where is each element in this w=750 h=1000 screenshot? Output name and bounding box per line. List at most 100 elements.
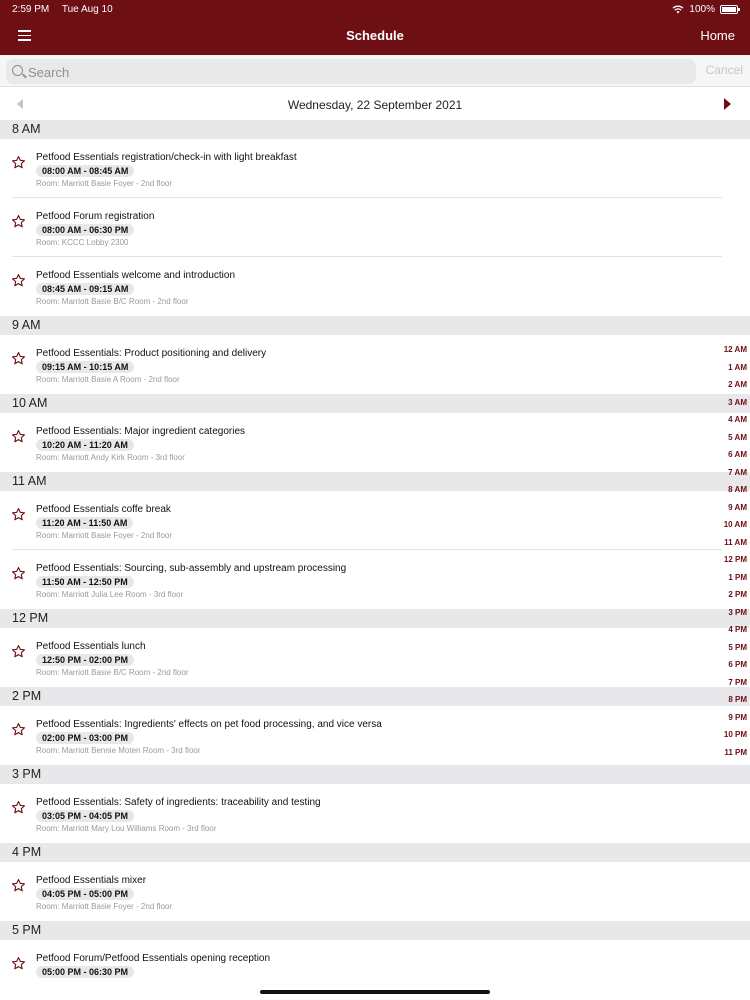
event-title: Petfood Essentials: Ingredients' effects… <box>36 719 382 730</box>
hour-index-item[interactable]: 1 AM <box>707 363 747 381</box>
schedule-item[interactable]: Petfood Essentials mixer 04:05 PM - 05:00… <box>0 862 750 921</box>
event-time-badge: 10:20 AM - 11:20 AM <box>36 439 134 451</box>
search-input[interactable] <box>28 62 688 82</box>
status-bar: 2:59 PM Tue Aug 10 100% <box>0 0 750 18</box>
battery-percent: 100% <box>689 4 715 15</box>
hour-index-item[interactable]: 5 AM <box>707 433 747 451</box>
hour-index-item[interactable]: 10 AM <box>707 520 747 538</box>
event-title: Petfood Essentials registration/check-in… <box>36 152 297 163</box>
favorite-star-icon[interactable] <box>11 800 26 815</box>
date-selector: Wednesday, 22 September 2021 <box>0 87 750 120</box>
hour-index-item[interactable]: 9 AM <box>707 503 747 521</box>
battery-icon <box>720 5 740 14</box>
section-header: 9 AM <box>0 316 750 335</box>
hour-index-item[interactable]: 3 PM <box>707 608 747 626</box>
hour-index-item[interactable]: 11 AM <box>707 538 747 556</box>
favorite-star-icon[interactable] <box>11 722 26 737</box>
favorite-star-icon[interactable] <box>11 566 26 581</box>
search-bar: Cancel <box>0 55 750 87</box>
event-time-badge: 11:50 AM - 12:50 PM <box>36 576 134 588</box>
event-title: Petfood Essentials: Safety of ingredient… <box>36 797 321 808</box>
event-time-badge: 04:05 PM - 05:00 PM <box>36 888 135 900</box>
schedule-item[interactable]: Petfood Essentials registration/check-in… <box>0 139 750 198</box>
event-title: Petfood Essentials welcome and introduct… <box>36 270 236 281</box>
section-header: 4 PM <box>0 843 750 862</box>
hour-index-item[interactable]: 1 PM <box>707 573 747 591</box>
hour-index-item[interactable]: 12 PM <box>707 555 747 573</box>
current-date: Wednesday, 22 September 2021 <box>287 98 463 112</box>
cancel-button[interactable]: Cancel <box>706 63 743 77</box>
home-indicator <box>260 990 490 994</box>
event-time-badge: 02:00 PM - 03:00 PM <box>36 732 135 744</box>
schedule-item[interactable]: Petfood Essentials: Product positioning … <box>0 335 750 394</box>
event-time-badge: 08:00 AM - 08:45 AM <box>36 165 135 177</box>
event-title: Petfood Forum registration <box>36 211 155 222</box>
schedule-item[interactable]: Petfood Essentials: Sourcing, sub-assemb… <box>0 550 750 609</box>
schedule-item[interactable]: Petfood Essentials welcome and introduct… <box>0 257 750 316</box>
event-title: Petfood Forum/Petfood Essentials opening… <box>36 953 271 964</box>
page-title: Schedule <box>346 28 404 43</box>
hour-index-item[interactable]: 4 PM <box>707 625 747 643</box>
favorite-star-icon[interactable] <box>11 429 26 444</box>
event-room: Room: Marriott Bennie Moten Room - 3rd f… <box>36 746 201 755</box>
schedule-item[interactable]: Petfood Forum registration 08:00 AM - 06:… <box>0 198 750 257</box>
status-date: Tue Aug 10 <box>61 4 113 15</box>
event-time-badge: 12:50 PM - 02:00 PM <box>36 654 135 666</box>
search-box[interactable] <box>6 59 696 84</box>
hour-index[interactable]: 12 AM 1 AM 2 AM 3 AM 4 AM 5 AM 6 AM 7 AM 8 AM 9 A… <box>707 345 747 765</box>
event-title: Petfood Essentials: Sourcing, sub-assemb… <box>36 563 347 574</box>
section-header: 10 AM <box>0 394 750 413</box>
hour-index-item[interactable]: 8 PM <box>707 695 747 713</box>
schedule-item[interactable]: Petfood Essentials: Major ingredient cat… <box>0 413 750 472</box>
event-room: Room: Marriott Andy Kirk Room - 3rd floo… <box>36 453 185 462</box>
favorite-star-icon[interactable] <box>11 273 26 288</box>
hour-index-item[interactable]: 2 AM <box>707 380 747 398</box>
hour-index-item[interactable]: 5 PM <box>707 643 747 661</box>
favorite-star-icon[interactable] <box>11 878 26 893</box>
hour-index-item[interactable]: 7 AM <box>707 468 747 486</box>
hour-index-item[interactable]: 9 PM <box>707 713 747 731</box>
schedule-item[interactable]: Petfood Essentials: Safety of ingredient… <box>0 784 750 843</box>
hour-index-item[interactable]: 11 PM <box>707 748 747 766</box>
section-header: 12 PM <box>0 609 750 628</box>
event-title: Petfood Essentials mixer <box>36 875 147 886</box>
event-title: Petfood Essentials lunch <box>36 641 146 652</box>
event-title: Petfood Essentials: Product positioning … <box>36 348 267 359</box>
event-time-badge: 05:00 PM - 06:30 PM <box>36 966 135 978</box>
hour-index-item[interactable]: 2 PM <box>707 590 747 608</box>
hour-index-item[interactable]: 12 AM <box>707 345 747 363</box>
schedule-item[interactable]: Petfood Essentials lunch 12:50 PM - 02:00… <box>0 628 750 687</box>
hour-index-item[interactable]: 10 PM <box>707 730 747 748</box>
section-header: 5 PM <box>0 921 750 940</box>
hour-index-item[interactable]: 3 AM <box>707 398 747 416</box>
event-time-badge: 08:45 AM - 09:15 AM <box>36 283 135 295</box>
hour-index-item[interactable]: 6 AM <box>707 450 747 468</box>
hour-index-item[interactable]: 8 AM <box>707 485 747 503</box>
event-room: Room: Marriott Basie Foyer - 2nd floor <box>36 902 173 911</box>
hour-index-item[interactable]: 7 PM <box>707 678 747 696</box>
home-button[interactable]: Home <box>700 28 735 43</box>
section-header: 3 PM <box>0 765 750 784</box>
schedule-item[interactable]: Petfood Essentials coffe break 11:20 AM -… <box>0 491 750 550</box>
favorite-star-icon[interactable] <box>11 956 26 971</box>
event-time-badge: 09:15 AM - 10:15 AM <box>36 361 135 373</box>
search-icon <box>12 65 23 76</box>
event-time-badge: 08:00 AM - 06:30 PM <box>36 224 135 236</box>
section-header: 11 AM <box>0 472 750 491</box>
schedule-list[interactable]: 8 AM Petfood Essentials registration/chec… <box>0 120 750 999</box>
hour-index-item[interactable]: 6 PM <box>707 660 747 678</box>
hour-index-item[interactable]: 4 AM <box>707 415 747 433</box>
favorite-star-icon[interactable] <box>11 214 26 229</box>
favorite-star-icon[interactable] <box>11 351 26 366</box>
favorite-star-icon[interactable] <box>11 507 26 522</box>
favorite-star-icon[interactable] <box>11 644 26 659</box>
schedule-item[interactable]: Petfood Essentials: Ingredients' effects… <box>0 706 750 765</box>
favorite-star-icon[interactable] <box>11 155 26 170</box>
event-room: Room: Marriott Mary Lou Williams Room - … <box>36 824 217 833</box>
event-room: Room: Marriott Julia Lee Room - 3rd floo… <box>36 590 184 599</box>
event-room: Room: Marriott Basie Foyer - 2nd floor <box>36 531 173 540</box>
event-room: Room: Marriott Basie A Room - 2nd floor <box>36 375 180 384</box>
next-day-icon[interactable] <box>724 98 731 110</box>
navigation-bar: 2:59 PM Tue Aug 10 100% Schedule Home <box>0 0 750 55</box>
event-room: Room: Marriott Basie Foyer - 2nd floor <box>36 179 173 188</box>
